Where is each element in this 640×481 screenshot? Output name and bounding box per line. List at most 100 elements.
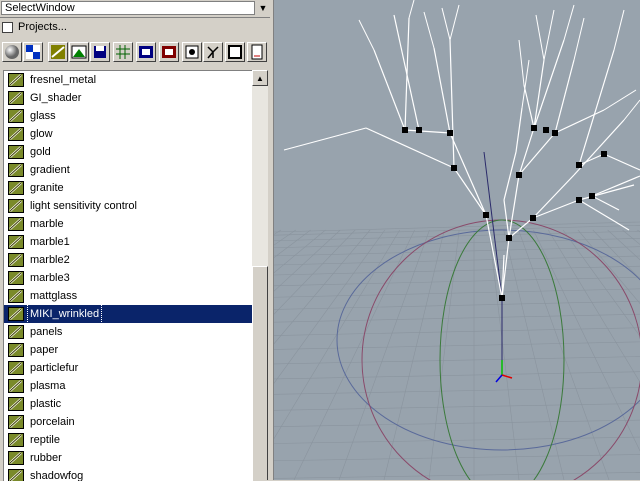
- list-item[interactable]: mattglass: [4, 287, 252, 305]
- shader-icon: [8, 289, 24, 303]
- tree-icon[interactable]: [203, 42, 223, 62]
- list-item[interactable]: gold: [4, 143, 252, 161]
- list-scrollbar[interactable]: ▲: [252, 70, 268, 480]
- shader-icon: [8, 325, 24, 339]
- chevron-down-icon[interactable]: ▼: [256, 1, 270, 15]
- list-item[interactable]: panels: [4, 323, 252, 341]
- branch-line: [366, 128, 454, 168]
- list-item[interactable]: gradient: [4, 161, 252, 179]
- shader-icon: [8, 433, 24, 447]
- list-item[interactable]: rubber: [4, 449, 252, 467]
- grid-line: [384, 230, 444, 480]
- landscape-icon[interactable]: [69, 42, 89, 62]
- image-icon[interactable]: [159, 42, 179, 62]
- joint-node: [552, 130, 558, 136]
- joint-node: [516, 172, 522, 178]
- list-item[interactable]: light sensitivity control: [4, 197, 252, 215]
- projects-toggle[interactable]: Projects...: [0, 20, 271, 36]
- list-item[interactable]: MIKI_wrinkled: [4, 305, 252, 323]
- joint-node: [601, 151, 607, 157]
- shader-icon: [8, 307, 24, 321]
- shader-icon[interactable]: [48, 42, 68, 62]
- joint-node: [543, 127, 549, 133]
- list-item-label: marble1: [28, 233, 72, 251]
- checker-icon[interactable]: [23, 42, 43, 62]
- branch-line: [405, 130, 450, 133]
- list-item-label: paper: [28, 341, 60, 359]
- list-item[interactable]: plastic: [4, 395, 252, 413]
- grid-line: [274, 420, 640, 427]
- list-item-label: fresnel_metal: [28, 71, 98, 89]
- link-icon[interactable]: [182, 42, 202, 62]
- shader-icon: [8, 109, 24, 123]
- left-panel: SelectWindow ▼ Projects...: [0, 0, 272, 480]
- twig-line: [450, 5, 459, 40]
- joint-node: [483, 212, 489, 218]
- list-item[interactable]: fresnel_metal: [4, 71, 252, 89]
- list-item[interactable]: marble1: [4, 233, 252, 251]
- branch-line: [434, 48, 450, 133]
- viewport-canvas[interactable]: [274, 0, 640, 480]
- list-item[interactable]: marble3: [4, 269, 252, 287]
- stem-line: [484, 152, 502, 298]
- list-item[interactable]: plasma: [4, 377, 252, 395]
- shader-icon: [8, 253, 24, 267]
- branch-line: [504, 152, 516, 200]
- 3d-viewport[interactable]: [274, 0, 640, 480]
- shader-icon: [8, 469, 24, 481]
- list-item[interactable]: shadowfog: [4, 467, 252, 481]
- shader-icon: [8, 271, 24, 285]
- branch-line: [604, 154, 640, 170]
- film-icon[interactable]: [136, 42, 156, 62]
- list-item[interactable]: reptile: [4, 431, 252, 449]
- list-item-label: panels: [28, 323, 64, 341]
- grid-line: [274, 230, 311, 480]
- joint-node: [451, 165, 457, 171]
- list-item[interactable]: particlefur: [4, 359, 252, 377]
- joint-node: [447, 130, 453, 136]
- list-item[interactable]: marble2: [4, 251, 252, 269]
- shader-icon: [8, 397, 24, 411]
- list-item[interactable]: GI_shader: [4, 89, 252, 107]
- scrollbar-thumb[interactable]: [252, 266, 268, 480]
- branch-line: [534, 60, 544, 128]
- save-icon[interactable]: [90, 42, 110, 62]
- frame-icon[interactable]: [225, 42, 245, 62]
- grid-line: [274, 342, 640, 350]
- branch-line: [555, 110, 604, 133]
- list-item[interactable]: porcelain: [4, 413, 252, 431]
- grid-line: [274, 403, 640, 410]
- shader-icon: [8, 181, 24, 195]
- shader-icon: [8, 361, 24, 375]
- window-selector[interactable]: SelectWindow ▼: [0, 0, 271, 18]
- twig-line: [519, 40, 524, 85]
- list-item-label: granite: [28, 179, 66, 197]
- list-item-label: MIKI_wrinkled: [28, 305, 101, 323]
- window-selector-field[interactable]: SelectWindow: [1, 1, 255, 15]
- branch-line: [579, 185, 634, 200]
- list-item[interactable]: granite: [4, 179, 252, 197]
- z-axis-line: [496, 375, 502, 382]
- branch-line: [450, 40, 454, 168]
- joint-node: [576, 197, 582, 203]
- list-item-label: mattglass: [28, 287, 79, 305]
- projects-checkbox[interactable]: [2, 22, 13, 33]
- list-item[interactable]: glow: [4, 125, 252, 143]
- list-item[interactable]: marble: [4, 215, 252, 233]
- joint-node: [530, 215, 536, 221]
- list-item-label: marble3: [28, 269, 72, 287]
- list-item[interactable]: paper: [4, 341, 252, 359]
- twig-line: [624, 100, 640, 120]
- grid-icon[interactable]: [113, 42, 133, 62]
- grid-line: [274, 357, 640, 364]
- scroll-up-icon[interactable]: ▲: [252, 70, 268, 86]
- document-icon[interactable]: [247, 42, 267, 62]
- sphere-icon[interactable]: [2, 42, 22, 62]
- list-item-label: glass: [28, 107, 58, 125]
- list-item-label: porcelain: [28, 413, 77, 431]
- x-axis-line: [502, 375, 512, 378]
- ground-circle: [337, 230, 640, 450]
- list-item-label: marble: [28, 215, 66, 233]
- list-item[interactable]: glass: [4, 107, 252, 125]
- shader-list[interactable]: fresnel_metalGI_shaderglassglowgoldgradi…: [3, 70, 253, 481]
